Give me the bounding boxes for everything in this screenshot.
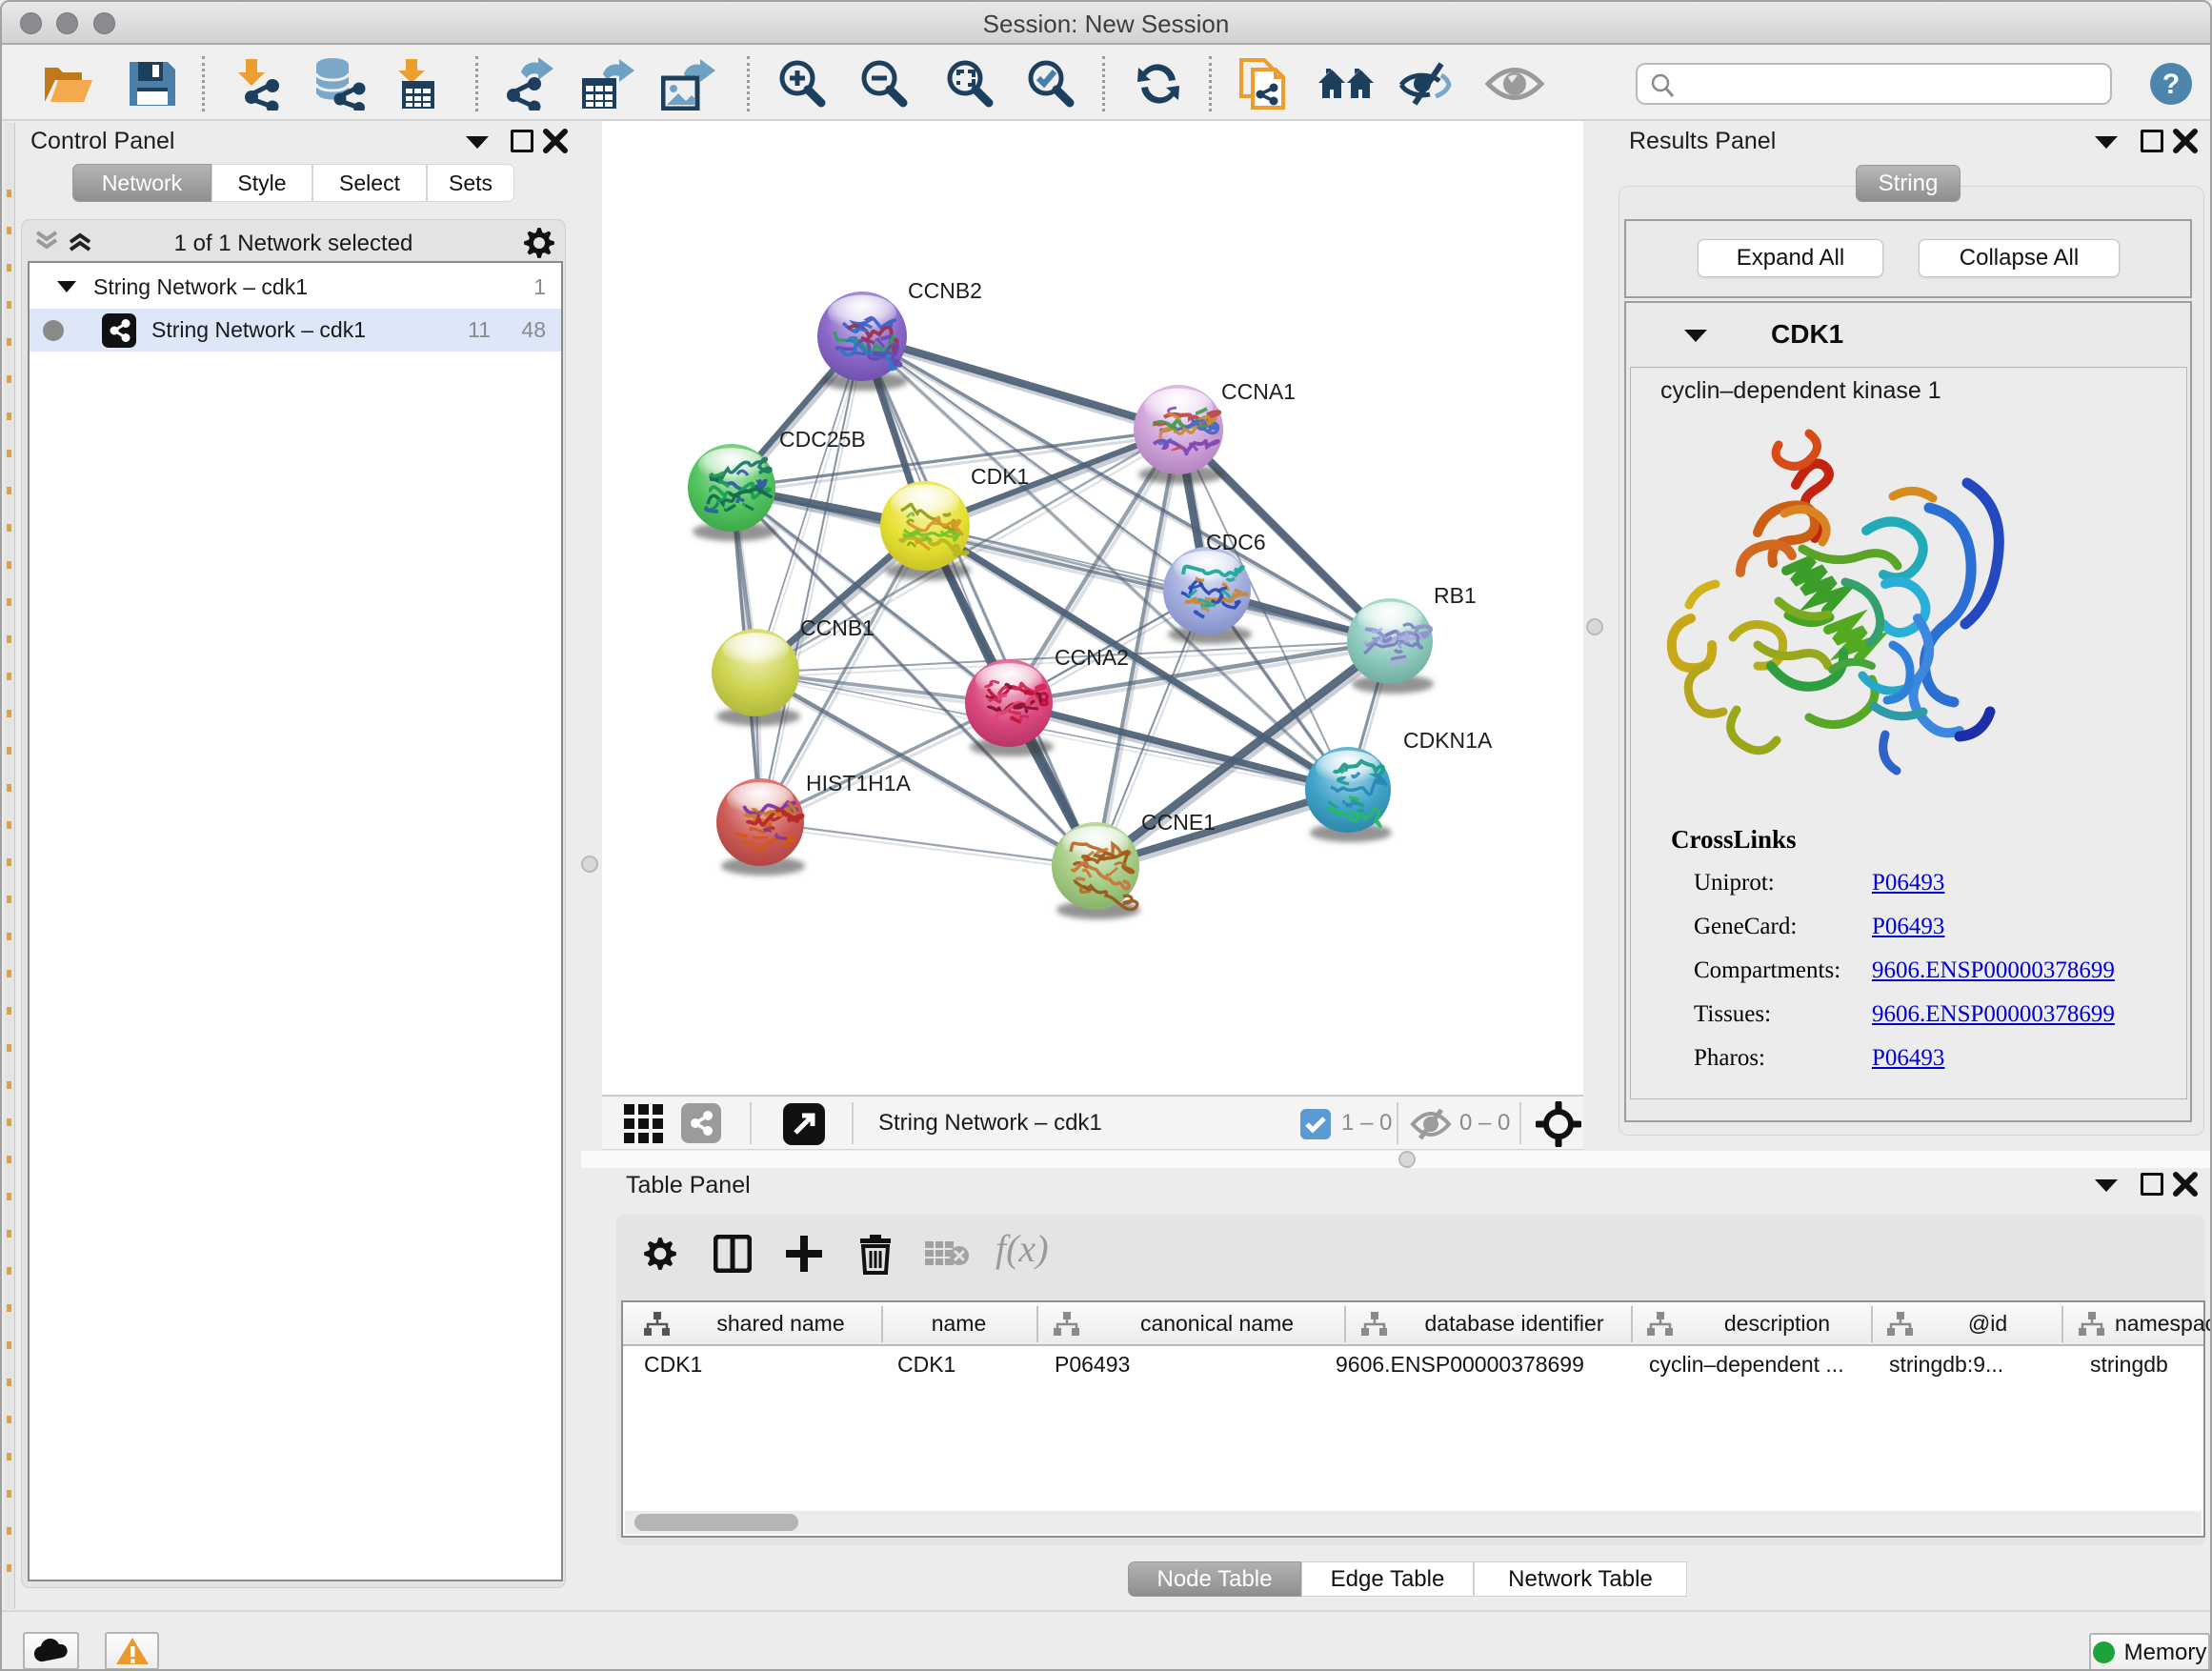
svg-text:CCNB2: CCNB2 [908,278,982,303]
svg-text:CDK1: CDK1 [971,464,1029,489]
svg-text:CCNE1: CCNE1 [1141,810,1216,835]
svg-text:CDC25B: CDC25B [779,427,866,452]
svg-text:CCNA2: CCNA2 [1055,645,1129,670]
svg-text:HIST1H1A: HIST1H1A [806,771,912,795]
svg-text:RB1: RB1 [1434,583,1477,608]
svg-text:CCNA1: CCNA1 [1221,379,1296,404]
svg-text:?: ? [2162,69,2180,100]
svg-text:CDC6: CDC6 [1206,530,1266,554]
svg-text:CDKN1A: CDKN1A [1403,728,1493,753]
svg-text:CCNB1: CCNB1 [800,615,875,640]
